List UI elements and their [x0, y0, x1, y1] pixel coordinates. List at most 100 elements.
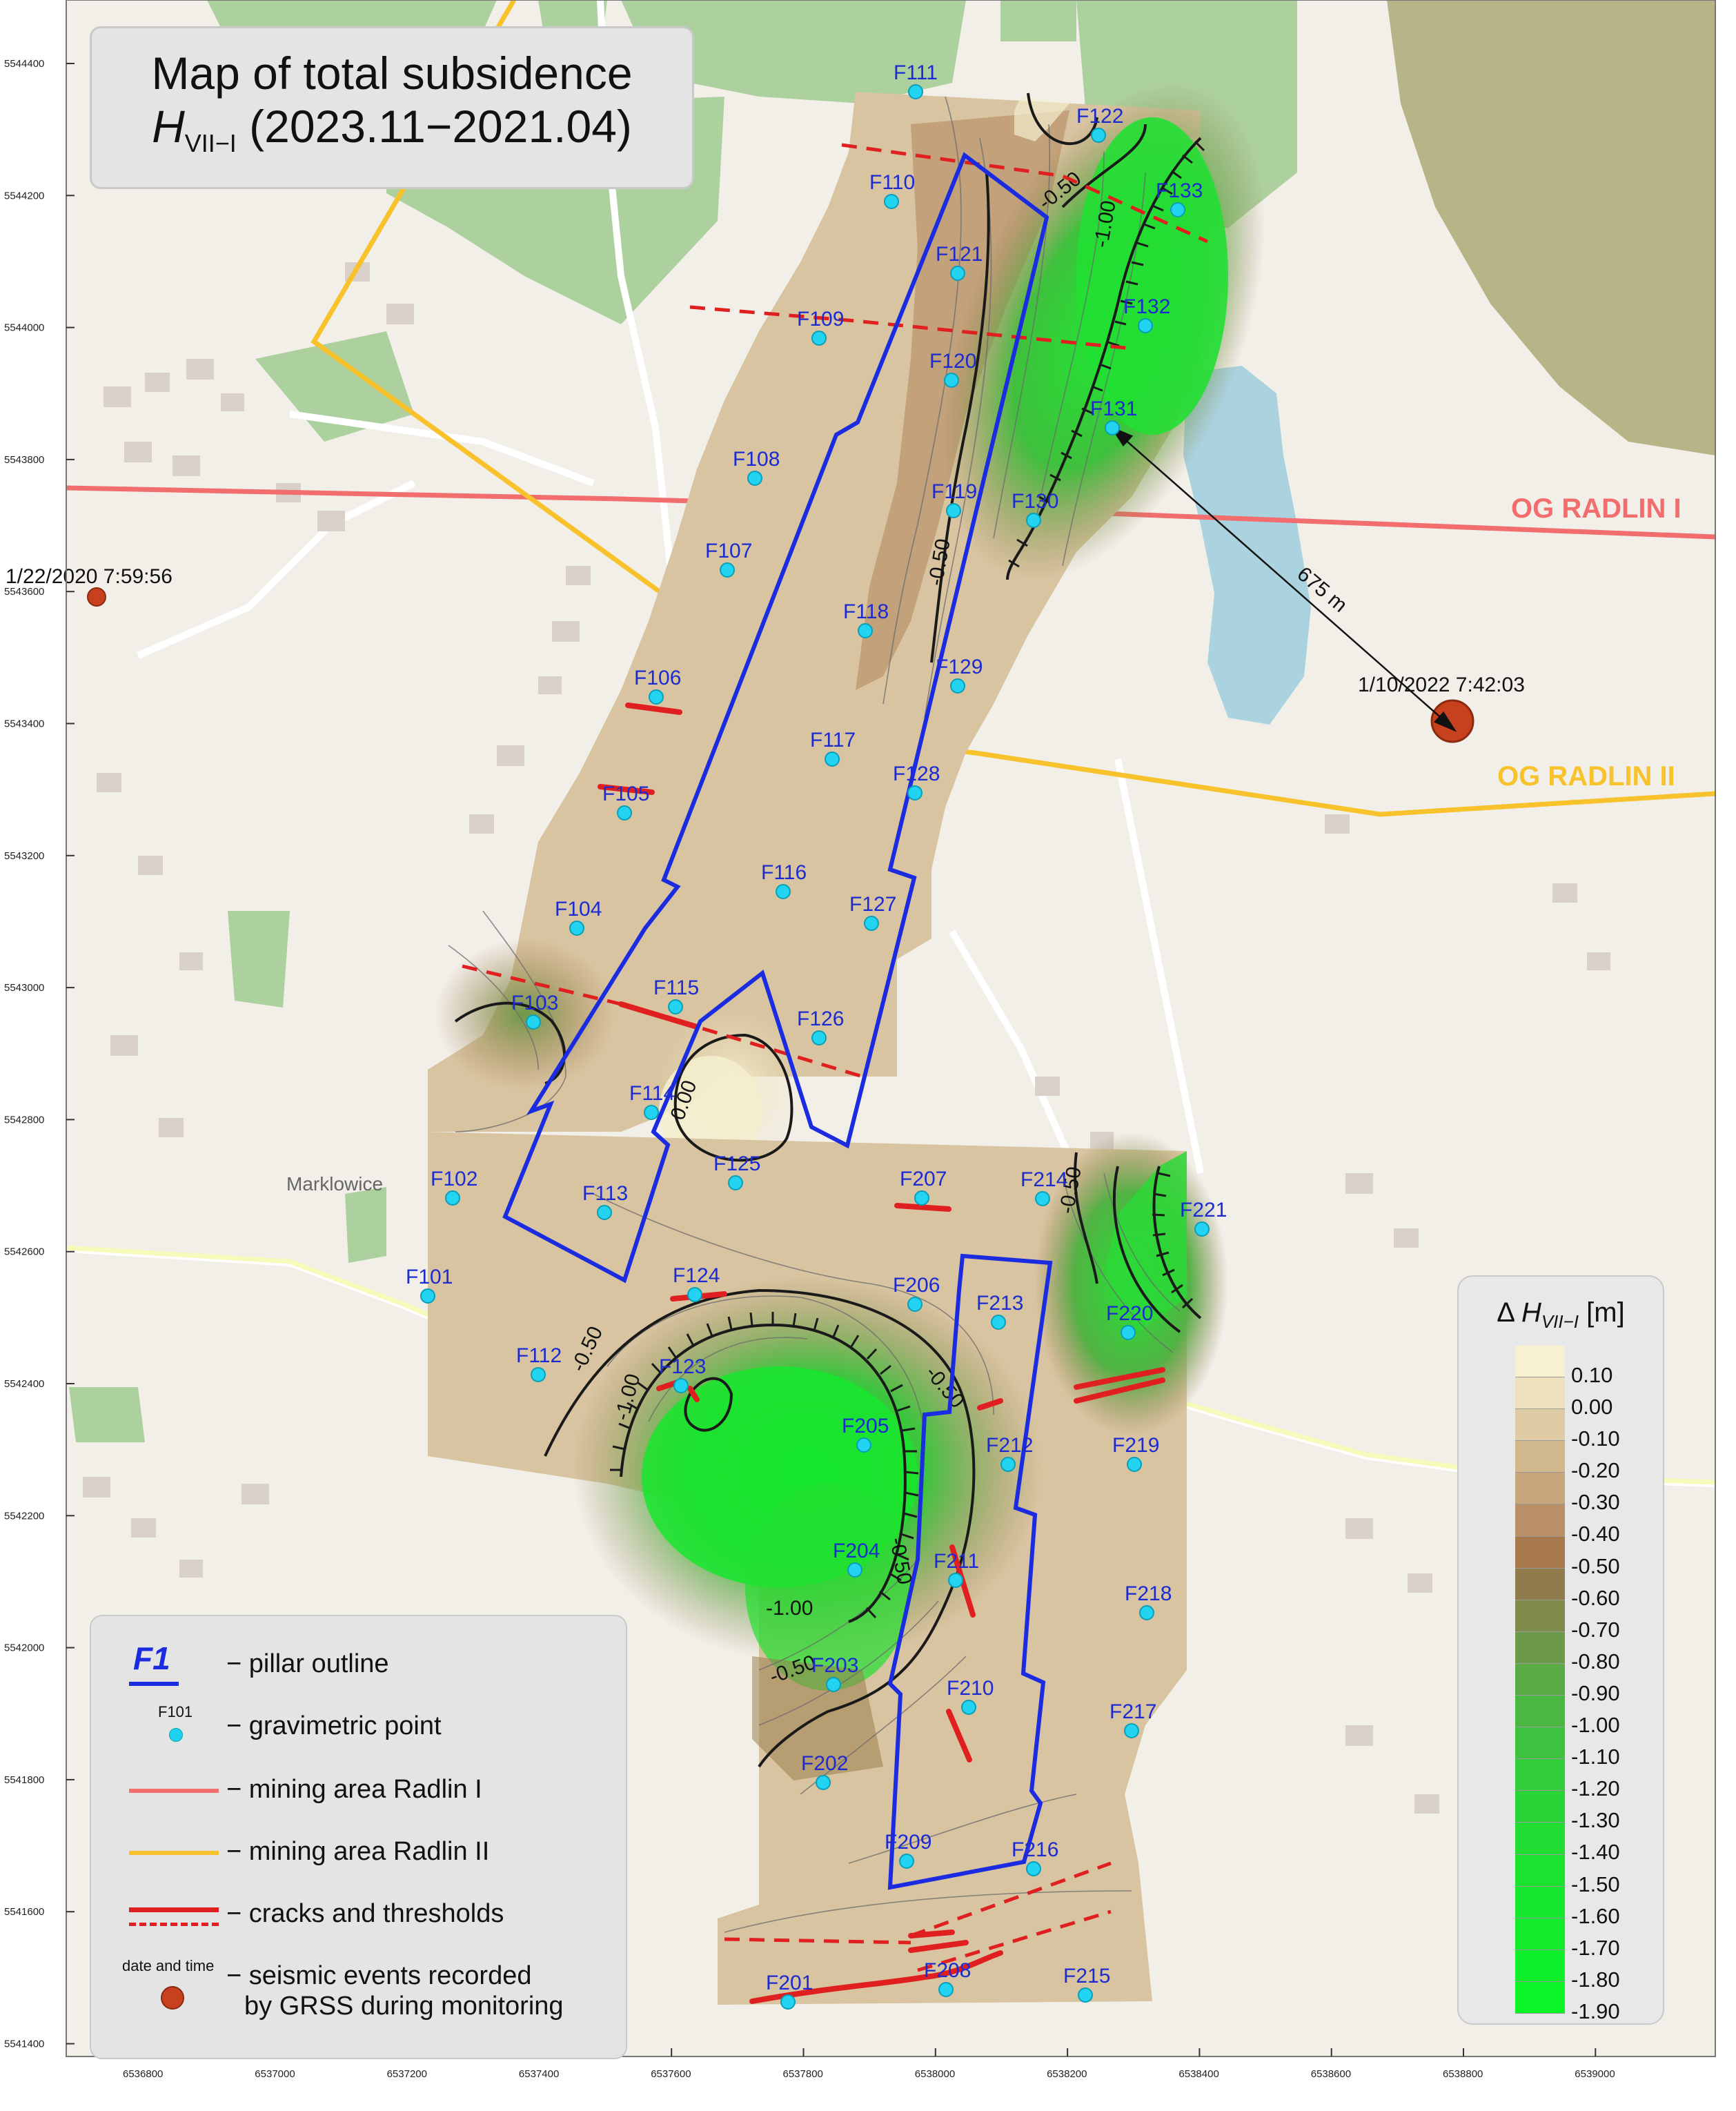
x-tick-label: 6538200: [1047, 2068, 1087, 2080]
colorbar-label: -0.30: [1571, 1490, 1620, 1515]
gravimetric-point-marker: [825, 752, 840, 767]
y-tick-label: 5544200: [4, 190, 44, 202]
gravimetric-point-marker: [597, 1205, 612, 1220]
legend-point-text: − gravimetric point: [226, 1711, 442, 1740]
x-tick-label: 6538800: [1443, 2068, 1483, 2080]
y-tick-label: 5542800: [4, 1114, 44, 1126]
gravimetric-point-marker: [1170, 202, 1185, 217]
legend-cracks-text: − cracks and thresholds: [226, 1899, 504, 1928]
gravimetric-point-marker: [948, 1573, 963, 1588]
colorbar-cell: [1515, 1504, 1565, 1537]
colorbar-title-sub: VII−I: [1541, 1311, 1579, 1332]
colorbar-cell: [1515, 1568, 1565, 1600]
gravimetric-point-marker: [531, 1367, 546, 1382]
colorbar-cell: [1515, 1791, 1565, 1823]
map-title-line2: HVII−I (2023.11−2021.04): [92, 99, 692, 171]
legend-pillar-text: − pillar outline: [226, 1649, 389, 1678]
gravimetric-point-label: F127: [849, 893, 896, 916]
gravimetric-point-marker: [946, 503, 961, 518]
colorbar-label: -1.50: [1571, 1872, 1620, 1896]
colorbar-cell: [1515, 1759, 1565, 1791]
colorbar-label: -1.10: [1571, 1745, 1620, 1769]
colorbar-label: -0.10: [1571, 1426, 1620, 1451]
colorbar-cell: [1515, 1536, 1565, 1569]
gravimetric-point-label: F106: [634, 667, 681, 689]
gravimetric-point-label: F219: [1112, 1434, 1159, 1457]
gravimetric-point-label: F114: [629, 1082, 675, 1105]
gravimetric-point-label: F211: [934, 1550, 979, 1573]
gravimetric-point-label: F209: [885, 1831, 931, 1854]
gravimetric-point-marker: [617, 805, 632, 821]
colorbar-cell: [1515, 1854, 1565, 1887]
colorbar-label: -1.60: [1571, 1903, 1620, 1928]
town-label: Marklowice: [286, 1173, 383, 1195]
colorbar-title: Δ HVII−I [m]: [1459, 1297, 1663, 1333]
colorbar-label: -0.60: [1571, 1585, 1620, 1610]
mining-area-radlin-2-label: OG RADLIN II: [1497, 761, 1675, 792]
gravimetric-point-marker: [950, 678, 965, 694]
y-tick-label: 5541600: [4, 1906, 44, 1918]
colorbar: Δ HVII−I [m] 0.10 0.00 -0.10 -0.20 -0.30 -0.4…: [1457, 1275, 1664, 2025]
x-tick-label: 6537400: [519, 2068, 559, 2080]
gravimetric-point-marker: [1091, 128, 1106, 143]
gravimetric-point-label: F221: [1180, 1199, 1227, 1221]
gravimetric-point-marker: [864, 916, 879, 931]
gravimetric-point-label: F220: [1106, 1302, 1153, 1325]
gravimetric-point-label: F122: [1076, 105, 1123, 128]
gravimetric-point-label: F130: [1012, 490, 1058, 513]
gravimetric-point-label: F216: [1012, 1838, 1058, 1861]
gravimetric-point-marker: [720, 562, 735, 578]
gravimetric-point-marker: [907, 785, 923, 801]
legend-point: F101 − gravimetric point: [91, 1703, 626, 1747]
gravimetric-point-label: F121: [936, 243, 983, 266]
gravimetric-point-label: F101: [406, 1266, 453, 1288]
gravimetric-point-marker: [747, 471, 762, 486]
gravimetric-point-marker: [1127, 1457, 1142, 1472]
legend-point-code: F101: [158, 1703, 193, 1720]
colorbar-cell: [1515, 1631, 1565, 1664]
gravimetric-point-marker: [914, 1190, 929, 1206]
gravimetric-point-label: F218: [1125, 1582, 1172, 1605]
gravimetric-point-marker: [668, 999, 683, 1014]
colorbar-cell: [1515, 1886, 1565, 1918]
gravimetric-point-label: F116: [761, 861, 807, 884]
gravimetric-point-marker: [526, 1014, 541, 1030]
x-tick-label: 6536800: [123, 2068, 163, 2080]
gravimetric-point-label: F111: [894, 61, 938, 84]
colorbar-title-unit: [m]: [1586, 1297, 1625, 1328]
gravimetric-point-marker: [991, 1315, 1006, 1330]
gravimetric-point-marker: [1139, 1605, 1154, 1620]
gravimetric-point-marker: [1026, 513, 1041, 528]
gravimetric-point-marker: [950, 266, 965, 281]
colorbar-cell: [1515, 1663, 1565, 1696]
gravimetric-point-marker: [908, 84, 923, 99]
gravimetric-point-label: F214: [1020, 1168, 1067, 1191]
gravimetric-point-label: F115: [653, 976, 699, 999]
gravimetric-point-label: F103: [511, 992, 558, 1014]
gravimetric-point-marker: [1035, 1191, 1050, 1206]
gravimetric-point-marker: [847, 1562, 862, 1578]
colorbar-label: -0.90: [1571, 1680, 1620, 1705]
legend-seismic-code: date and time: [122, 1957, 215, 1974]
gravimetric-point-label: F201: [766, 1972, 813, 1994]
y-tick-label: 5542200: [4, 1510, 44, 1522]
gravimetric-point-label: F110: [869, 171, 915, 194]
legend-cracks: − cracks and thresholds: [91, 1894, 626, 1935]
x-tick-label: 6538400: [1178, 2068, 1219, 2080]
colorbar-cell: [1515, 1377, 1565, 1410]
gravimetric-point-marker: [1124, 1723, 1139, 1738]
map-title: Map of total subsidence HVII−I (2023.11−…: [90, 26, 694, 189]
gravimetric-point-label: F104: [555, 898, 602, 921]
colorbar-cell: [1515, 1727, 1565, 1760]
gravimetric-point-marker: [569, 921, 584, 936]
gravimetric-point-marker: [776, 884, 791, 899]
legend-radlin1-text: − mining area Radlin I: [226, 1775, 482, 1804]
gravimetric-point-marker: [961, 1700, 976, 1715]
legend-pillar-symbol: F1: [129, 1640, 226, 1686]
legend-point-symbol: F101: [129, 1703, 226, 1747]
contour-label: -1.00: [766, 1597, 813, 1620]
gravimetric-point-marker: [1194, 1221, 1210, 1237]
gravimetric-point-label: F124: [673, 1264, 720, 1287]
gravimetric-point-marker: [944, 373, 959, 388]
colorbar-label: -0.20: [1571, 1458, 1620, 1483]
